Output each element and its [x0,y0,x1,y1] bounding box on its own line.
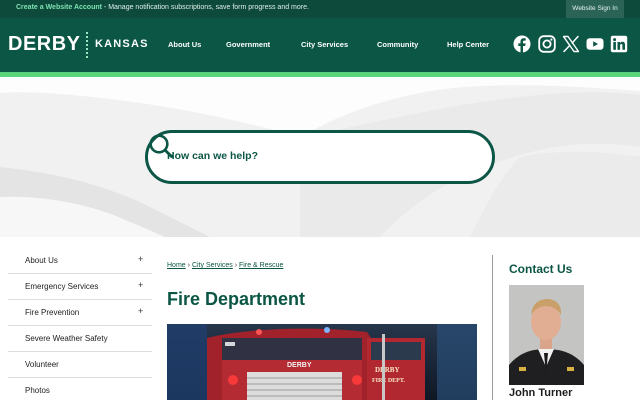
contact-us-heading: Contact Us [509,262,573,276]
breadcrumb-separator: › [187,262,190,269]
breadcrumb-city-services-link[interactable]: City Services [192,262,233,269]
nav-community[interactable]: Community [377,40,418,49]
website-sign-in-button[interactable]: Website Sign In [566,0,624,18]
sidebar-item-label: Severe Weather Safety [25,334,108,343]
x-icon[interactable] [562,35,580,53]
youtube-icon[interactable] [586,35,604,53]
sidebar-item-label: Emergency Services [25,282,99,291]
account-message-text: - Manage notification subscriptions, sav… [101,4,309,11]
site-header: DERBY KANSAS About Us Government City Se… [0,18,640,72]
expand-icon[interactable]: + [138,280,143,290]
create-account-link[interactable]: Create a Website Account [16,4,102,11]
account-message: Create a Website Account - Manage notifi… [16,4,309,11]
fire-truck-illustration: DERBY DERBY FIRE DEPT. [167,324,477,400]
sidebar-item-severe-weather-safety[interactable]: Severe Weather Safety [8,326,152,352]
nav-government[interactable]: Government [226,40,270,49]
expand-icon[interactable]: + [138,254,143,264]
hero-banner: How can we help? [0,77,640,237]
logo-state-name: KANSAS [95,38,149,50]
nav-help-center[interactable]: Help Center [447,40,489,49]
logo-divider [86,32,89,58]
sidebar-item-label: About Us [25,256,58,265]
truck-hood-text: DERBY [287,362,312,369]
breadcrumb-home-link[interactable]: Home [167,262,186,269]
site-search-box[interactable]: How can we help? [145,130,495,184]
facebook-icon[interactable] [513,35,531,53]
linkedin-icon[interactable] [610,35,628,53]
breadcrumb-fire-rescue-link[interactable]: Fire & Rescue [239,262,283,269]
contact-portrait [509,285,584,385]
truck-door-subtext: FIRE DEPT. [372,378,405,384]
sidebar-item-fire-prevention[interactable]: Fire Prevention + [8,300,152,326]
breadcrumb: Home › City Services › Fire & Rescue [167,262,283,269]
nav-city-services[interactable]: City Services [301,40,348,49]
fire-truck-photo: DERBY DERBY FIRE DEPT. [167,324,477,400]
truck-door-text: DERBY [375,366,400,374]
sidebar-item-photos[interactable]: Photos [8,378,152,400]
logo-city-name: DERBY [8,33,81,55]
search-input[interactable]: How can we help? [167,150,258,162]
sidebar-item-volunteer[interactable]: Volunteer [8,352,152,378]
search-icon[interactable] [148,133,174,159]
sidebar-item-emergency-services[interactable]: Emergency Services + [8,274,152,300]
sidebar-item-label: Photos [25,386,50,395]
nav-about-us[interactable]: About Us [168,40,201,49]
sidebar-item-label: Volunteer [25,360,59,369]
instagram-icon[interactable] [538,35,556,53]
expand-icon[interactable]: + [138,306,143,316]
portrait-image [509,285,584,385]
sidebar-item-about-us[interactable]: About Us + [8,248,152,274]
contact-name: John Turner [509,387,573,399]
sidebar-item-label: Fire Prevention [25,308,80,317]
column-divider [492,255,493,400]
page-title: Fire Department [167,289,306,309]
breadcrumb-separator: › [234,262,238,269]
utility-bar: Create a Website Account - Manage notifi… [0,0,640,18]
section-sidebar-nav: About Us + Emergency Services + Fire Pre… [8,248,152,400]
